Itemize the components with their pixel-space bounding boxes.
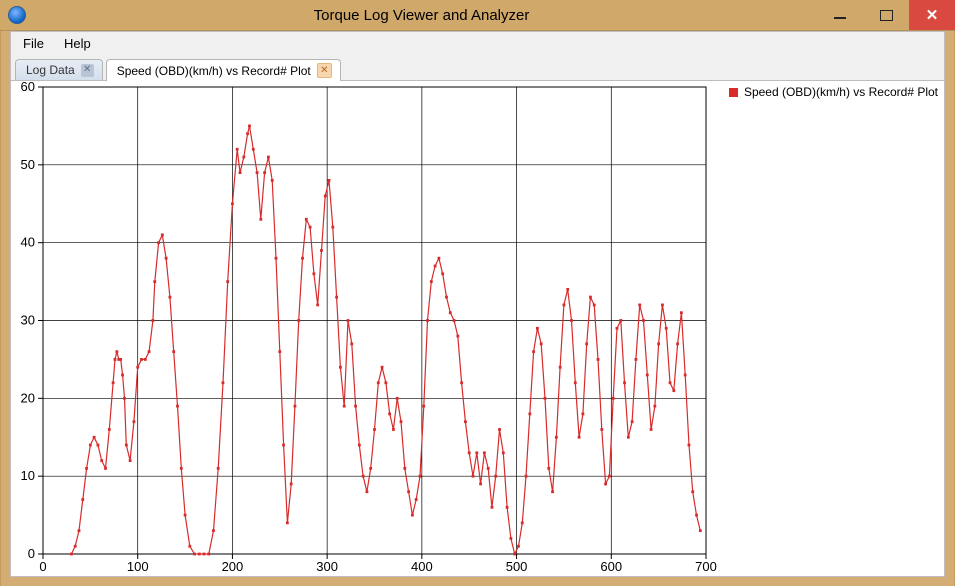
svg-text:200: 200 [222, 559, 244, 574]
close-icon[interactable]: ✕ [81, 64, 94, 77]
chart-svg: 0 100 200 300 400 500 600 700 0 10 20 30 40 50 60 [11, 81, 944, 576]
svg-text:0: 0 [39, 559, 46, 574]
menu-file[interactable]: File [15, 34, 52, 53]
svg-text:40: 40 [21, 235, 35, 250]
titlebar: Torque Log Viewer and Analyzer ✕ [0, 0, 955, 31]
window-controls: ✕ [817, 0, 955, 30]
svg-text:60: 60 [21, 81, 35, 94]
tab-speed-plot[interactable]: Speed (OBD)(km/h) vs Record# Plot ✕ [106, 59, 341, 81]
svg-text:500: 500 [506, 559, 528, 574]
chart-pane: 0 100 200 300 400 500 600 700 0 10 20 30 40 50 60 Spee… [11, 81, 944, 576]
menubar: File Help [11, 32, 944, 54]
svg-text:20: 20 [21, 390, 35, 405]
legend-label: Speed (OBD)(km/h) vs Record# Plot [744, 85, 938, 99]
window-frame: File Help Log Data ✕ Speed (OBD)(km/h) v… [0, 31, 955, 586]
svg-text:10: 10 [21, 468, 35, 483]
tab-label: Log Data [26, 63, 75, 77]
tab-log-data[interactable]: Log Data ✕ [15, 59, 103, 80]
close-icon[interactable]: ✕ [317, 63, 332, 78]
legend: Speed (OBD)(km/h) vs Record# Plot [729, 85, 938, 99]
close-button[interactable]: ✕ [909, 0, 955, 30]
svg-text:30: 30 [21, 313, 35, 328]
svg-text:400: 400 [411, 559, 433, 574]
svg-text:300: 300 [316, 559, 338, 574]
minimize-button[interactable] [817, 0, 863, 30]
window-title: Torque Log Viewer and Analyzer [26, 7, 817, 24]
app-icon [8, 6, 26, 24]
svg-text:0: 0 [28, 546, 35, 561]
menu-help[interactable]: Help [56, 34, 99, 53]
legend-swatch-icon [729, 88, 738, 97]
svg-text:600: 600 [600, 559, 622, 574]
tabstrip: Log Data ✕ Speed (OBD)(km/h) vs Record# … [11, 54, 944, 81]
svg-text:50: 50 [21, 157, 35, 172]
svg-text:100: 100 [127, 559, 149, 574]
tab-label: Speed (OBD)(km/h) vs Record# Plot [117, 64, 311, 78]
client-area: File Help Log Data ✕ Speed (OBD)(km/h) v… [10, 31, 945, 577]
maximize-button[interactable] [863, 0, 909, 30]
svg-text:700: 700 [695, 559, 717, 574]
